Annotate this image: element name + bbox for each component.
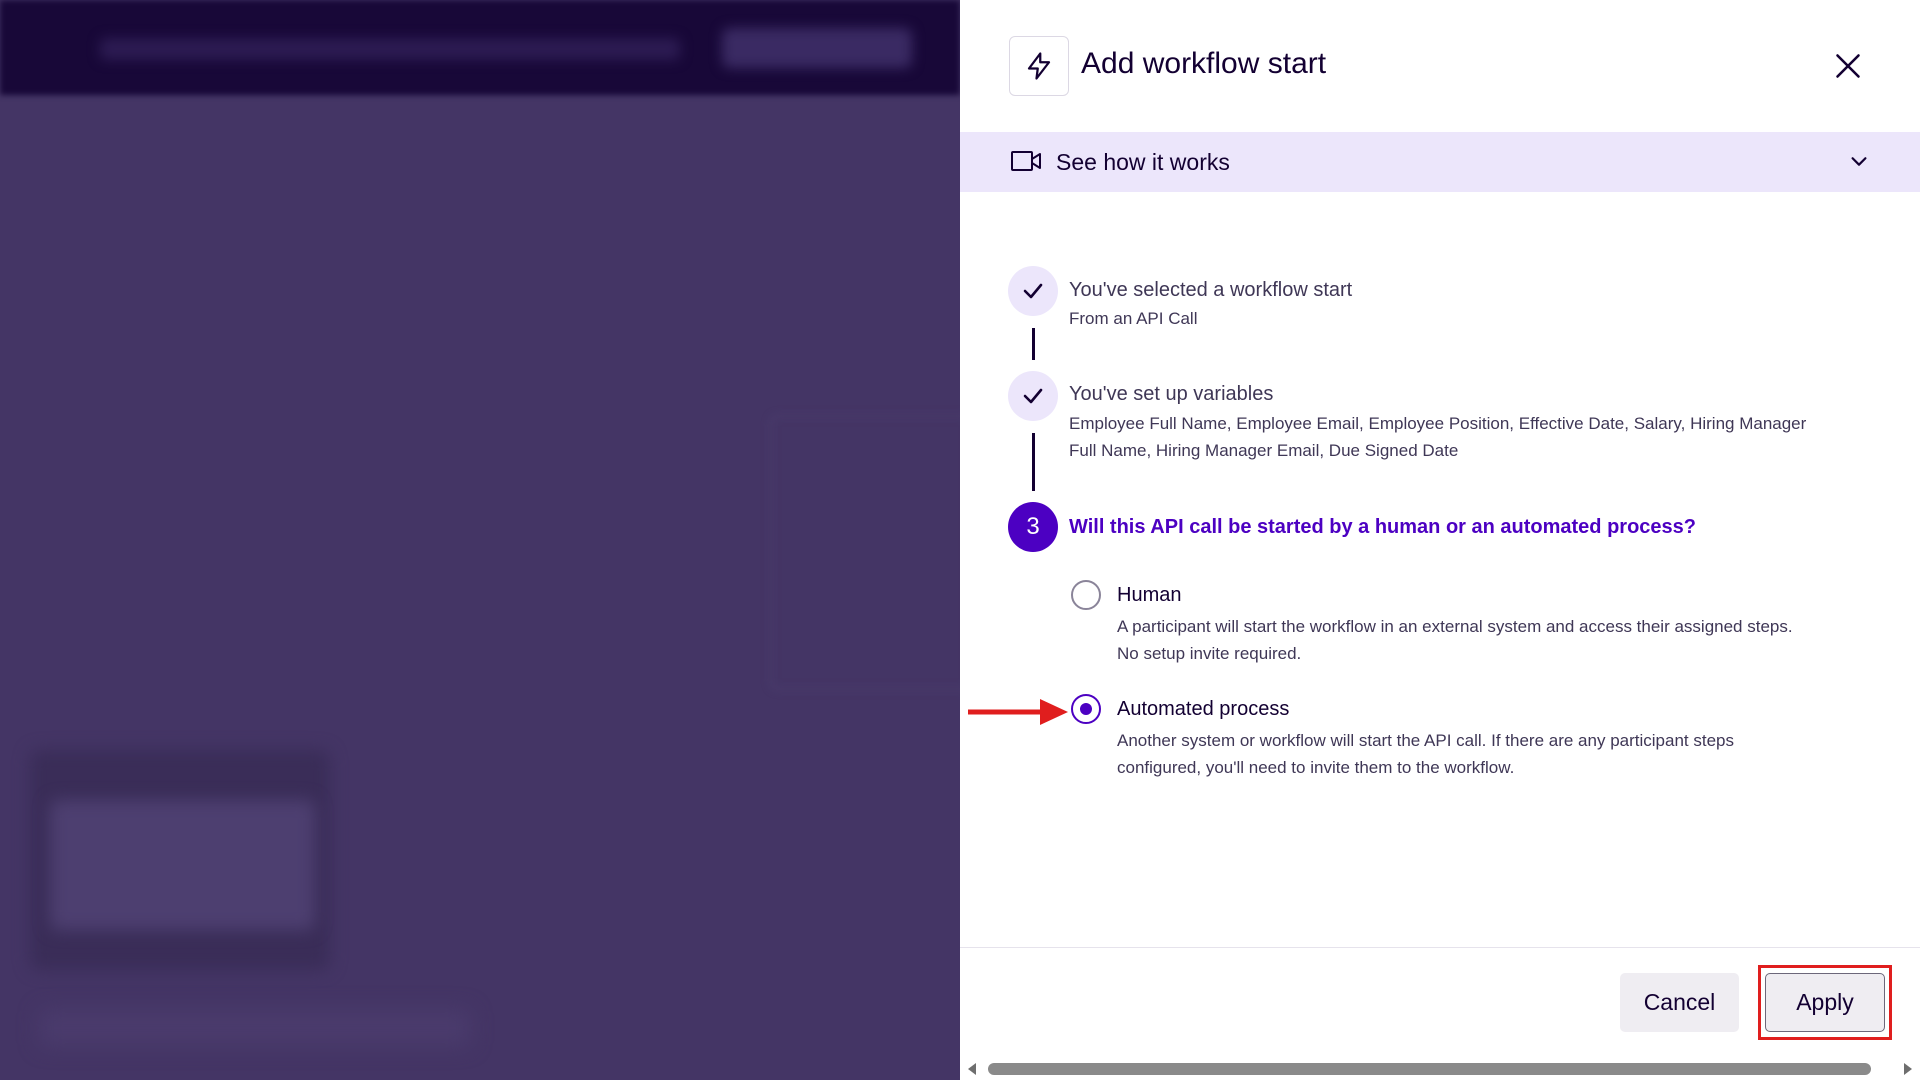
step-1-subtitle: From an API Call <box>1069 309 1198 328</box>
scrollbar-thumb[interactable] <box>988 1063 1871 1075</box>
step-2-check <box>1008 371 1058 421</box>
cancel-button[interactable]: Cancel <box>1620 973 1739 1032</box>
chevron-down-icon <box>1851 157 1867 166</box>
apply-button[interactable]: Apply <box>1765 973 1885 1032</box>
checkmark-icon <box>1023 388 1043 404</box>
step-3-question: Will this API call be started by a human… <box>1069 516 1697 538</box>
step-2-subtitle-line-2: Full Name, Hiring Manager Email, Due Sig… <box>1069 441 1459 460</box>
step-2-subtitle-line-1: Employee Full Name, Employee Email, Empl… <box>1069 414 1807 433</box>
lightning-icon <box>1009 36 1069 96</box>
human-option-description-line-2: No setup invite required. <box>1117 644 1302 663</box>
automated-process-option-label[interactable]: Automated process <box>1117 696 1289 722</box>
video-camera-icon <box>1011 151 1041 171</box>
background-button <box>722 28 912 68</box>
panel-title: Add workflow start <box>1081 47 1327 80</box>
see-how-it-works-label: See how it works <box>1056 149 1230 175</box>
close-icon <box>1836 54 1860 78</box>
background-card <box>770 415 960 690</box>
step-1-check <box>1008 266 1058 316</box>
step-2-title: You've set up variables <box>1069 383 1274 405</box>
add-workflow-start-panel: Add workflow start See how it works <box>960 0 1920 1080</box>
close-button[interactable] <box>1826 44 1870 88</box>
panel-header: Add workflow start <box>960 0 1920 132</box>
human-option-label[interactable]: Human <box>1117 582 1181 608</box>
human-option-description-line-1: A participant will start the workflow in… <box>1117 617 1793 636</box>
background-breadcrumb <box>100 38 680 60</box>
step-connector <box>1032 328 1035 360</box>
automated-process-description-line-2: configured, you'll need to invite them t… <box>1117 758 1515 777</box>
human-radio[interactable] <box>1071 580 1101 610</box>
step-1-title: You've selected a workflow start <box>1069 279 1353 301</box>
scroll-right-arrow-icon[interactable] <box>1904 1063 1912 1075</box>
background-minimap-inner <box>50 800 315 930</box>
step-connector <box>1032 433 1035 491</box>
annotation-arrow-icon <box>968 699 1068 725</box>
footer-divider <box>960 947 1920 948</box>
scroll-left-arrow-icon[interactable] <box>968 1063 976 1075</box>
background-bottom-toolbar <box>40 1010 470 1046</box>
checkmark-icon <box>1023 283 1043 299</box>
automated-process-radio[interactable] <box>1071 694 1101 724</box>
see-how-it-works-toggle[interactable]: See how it works <box>960 132 1920 192</box>
automated-process-description-line-1: Another system or workflow will start th… <box>1117 731 1734 750</box>
background-app <box>0 0 960 1080</box>
step-3-number: 3 <box>1008 502 1058 552</box>
